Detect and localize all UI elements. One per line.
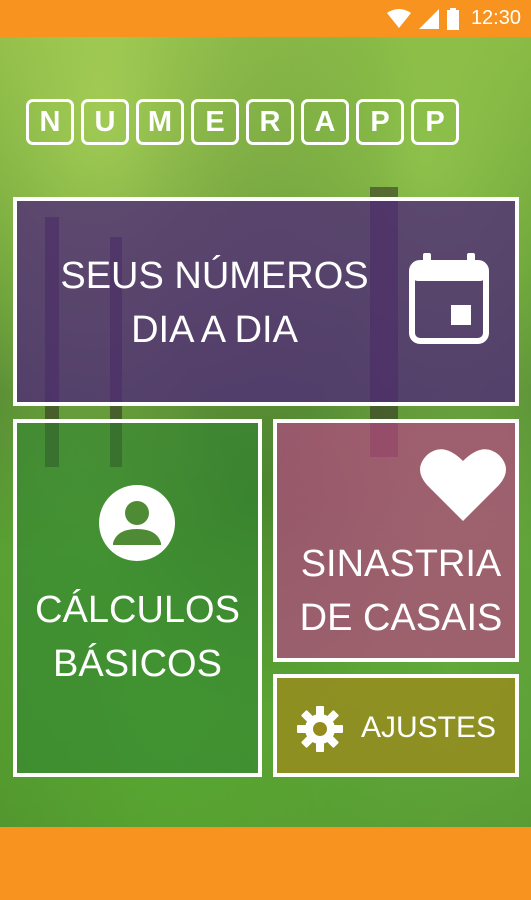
battery-icon (446, 7, 459, 30)
tile-label-line2: DIA A DIA (131, 309, 298, 351)
ajustes-tile[interactable]: AJUSTES (273, 674, 519, 777)
bottom-bar (0, 827, 531, 900)
logo-letter: R (246, 99, 294, 145)
status-time: 12:30 (470, 7, 521, 29)
tile-label-line2: BÁSICOS (53, 643, 222, 685)
calculos-basicos-tile[interactable]: CÁLCULOS BÁSICOS (13, 419, 262, 777)
logo-letter: U (81, 99, 129, 145)
tile-label: SEUS NÚMEROS DIA A DIA (37, 249, 392, 357)
gear-icon (297, 706, 343, 752)
logo-letter: A (301, 99, 349, 145)
logo-letter: N (26, 99, 74, 145)
person-icon (99, 485, 175, 561)
sinastria-de-casais-tile[interactable]: SINASTRIA DE CASAIS (273, 419, 519, 662)
calendar-icon (409, 253, 489, 344)
status-bar: 12:30 (0, 0, 531, 37)
tile-label: AJUSTES (361, 711, 497, 744)
wifi-icon (386, 8, 411, 28)
tile-label-line1: SEUS NÚMEROS (60, 255, 369, 297)
logo-letter: M (136, 99, 184, 145)
logo-letter: P (356, 99, 404, 145)
tile-label: CÁLCULOS BÁSICOS (17, 583, 258, 691)
tile-label-line2: DE CASAIS (299, 597, 503, 639)
tile-label-line1: CÁLCULOS (35, 589, 240, 631)
app-logo: N U M E R A P P (26, 99, 459, 145)
seus-numeros-dia-a-dia-tile[interactable]: SEUS NÚMEROS DIA A DIA (13, 197, 519, 406)
heart-icon (420, 449, 506, 521)
tile-label-line1: SINASTRIA (300, 543, 502, 585)
signal-icon (418, 8, 439, 29)
tile-label: SINASTRIA DE CASAIS (287, 537, 515, 645)
logo-letter: P (411, 99, 459, 145)
status-icons: 12:30 (386, 0, 521, 37)
logo-letter: E (191, 99, 239, 145)
